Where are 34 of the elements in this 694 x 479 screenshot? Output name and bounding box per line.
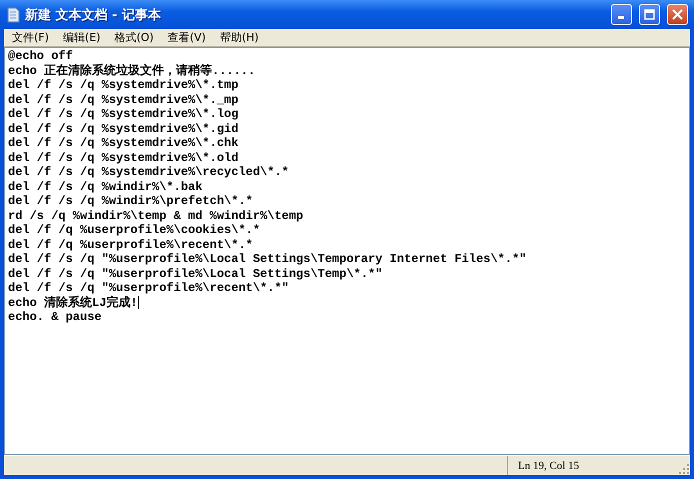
code-line: @echo off <box>8 49 73 64</box>
code-line: del /f /s /q %systemdrive%\*.log <box>8 107 238 122</box>
code-line: del /f /s /q "%userprofile%\recent\*.*" <box>8 281 289 296</box>
resize-grip-icon[interactable] <box>678 463 690 475</box>
menu-item[interactable]: 文件(F) <box>6 30 55 45</box>
code-line: rd /s /q %windir%\temp & md %windir%\temp <box>8 208 304 223</box>
maximize-icon <box>644 9 655 20</box>
menu-item[interactable]: 格式(O) <box>108 30 160 45</box>
code-line: echo 清除系统LJ完成! <box>8 296 138 310</box>
code-line: del /f /s /q %systemdrive%\*._mp <box>8 92 238 107</box>
notepad-icon <box>6 6 20 22</box>
minimize-button[interactable] <box>611 4 632 25</box>
cursor-position: Ln 19, Col 15 <box>518 460 580 472</box>
code-line: del /f /s /q %systemdrive%\recycled\*.* <box>8 165 289 180</box>
code-line: del /f /q %userprofile%\cookies\*.* <box>8 223 260 238</box>
code-line: del /f /s /q "%userprofile%\Local Settings\Temp\*.*" <box>8 266 382 281</box>
close-icon <box>672 9 683 20</box>
code-line: del /f /s /q %systemdrive%\*.chk <box>8 136 238 150</box>
code-line: echo. & pause <box>8 310 102 324</box>
text-editor[interactable] <box>4 47 690 455</box>
code-line: del /f /s /q "%userprofile%\Local Settings\Temporary Internet Files\*.*" <box>8 252 526 266</box>
code-line: del /f /s /q %systemdrive%\*.tmp <box>8 78 238 92</box>
maximize-button[interactable] <box>639 4 660 25</box>
code-line: del /f /s /q %windir%\prefetch\*.* <box>8 194 253 208</box>
window-title: 新建 文本文档 - 记事本 <box>25 6 162 24</box>
menu-item[interactable]: 帮助(H) <box>214 30 265 45</box>
close-button[interactable] <box>667 4 688 25</box>
menu-item[interactable]: 编辑(E) <box>56 30 106 45</box>
code-line: del /f /s /q %windir%\*.bak <box>8 180 202 194</box>
code-line: echo 正在清除系统垃圾文件，请稍等...... <box>8 64 256 78</box>
menu-item[interactable]: 查看(V) <box>162 30 212 45</box>
code-line: del /f /s /q %systemdrive%\*.gid <box>8 122 238 136</box>
code-line: del /f /s /q %systemdrive%\*.old <box>8 150 238 165</box>
code-line: del /f /q %userprofile%\recent\*.* <box>8 238 253 252</box>
